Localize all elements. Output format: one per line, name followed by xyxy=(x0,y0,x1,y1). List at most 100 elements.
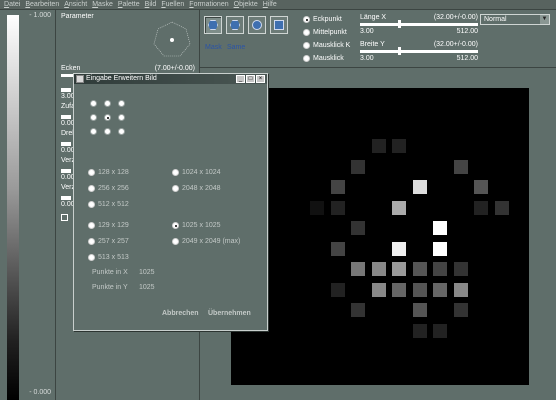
dialog-title-bar[interactable]: Eingabe Erweitern Bild _ □ × xyxy=(74,74,267,84)
pixel-cell xyxy=(412,262,427,276)
pixel-cell xyxy=(330,282,345,297)
app-icon xyxy=(76,75,84,83)
anchor-radio[interactable] xyxy=(104,114,111,121)
anchor-radio[interactable] xyxy=(104,100,111,107)
size-option[interactable]: 512 x 512 xyxy=(88,201,129,208)
pixel-cell xyxy=(412,282,427,297)
expand-image-dialog: Eingabe Erweitern Bild _ □ × 128 x 128 25… xyxy=(73,73,268,331)
anchor-radio[interactable] xyxy=(90,128,97,135)
size-option[interactable]: 257 x 257 xyxy=(88,238,129,245)
param-slider[interactable] xyxy=(61,88,71,92)
anchor-radio[interactable] xyxy=(118,128,125,135)
pixel-cell xyxy=(453,282,468,297)
anchor-radio[interactable] xyxy=(90,114,97,121)
size-radio[interactable] xyxy=(88,169,95,176)
menu-item-8[interactable]: Objekte xyxy=(234,0,258,9)
param-slider[interactable] xyxy=(61,115,71,119)
size-label: 2048 x 2048 xyxy=(182,185,221,192)
minimize-icon[interactable]: _ xyxy=(236,75,245,83)
close-icon[interactable]: × xyxy=(256,75,265,83)
size-label: 129 x 129 xyxy=(98,222,129,229)
size-radio[interactable] xyxy=(88,254,95,261)
menu-item-3[interactable]: Maske xyxy=(92,0,113,9)
pixel-cell xyxy=(371,282,386,297)
size-option[interactable]: 1025 x 1025 xyxy=(172,222,221,229)
size-radio[interactable] xyxy=(88,201,95,208)
menu-item-4[interactable]: Palette xyxy=(118,0,140,9)
size-label: 257 x 257 xyxy=(98,238,129,245)
mode-label: Mittelpunkt xyxy=(313,29,347,36)
menu-item-6[interactable]: Fuellen xyxy=(161,0,184,9)
maximize-icon[interactable]: □ xyxy=(246,75,255,83)
pixel-cell xyxy=(351,159,365,174)
menu-item-9[interactable]: Hilfe xyxy=(263,0,277,9)
size-option[interactable]: 2048 x 2048 xyxy=(172,185,221,192)
heptagon-preview-icon xyxy=(153,21,191,57)
pixel-cell xyxy=(392,241,406,256)
points-x-label: Punkte in X xyxy=(92,269,128,276)
pixel-cell xyxy=(433,241,447,256)
mode-option[interactable]: Mausklick xyxy=(303,55,344,62)
mode-radio[interactable] xyxy=(303,29,310,36)
shape-circle-button[interactable] xyxy=(248,16,266,34)
param-checkbox[interactable] xyxy=(61,214,68,221)
blend-mode-select[interactable]: Normal ▼ xyxy=(480,14,550,25)
mode-option[interactable]: Mittelpunkt xyxy=(303,29,347,36)
mode-radio[interactable] xyxy=(303,55,310,62)
size-radio[interactable] xyxy=(172,238,179,245)
size-option[interactable]: 2049 x 2049 (max) xyxy=(172,238,240,245)
length-x-slider[interactable] xyxy=(360,23,478,26)
length-x-thumb[interactable] xyxy=(398,20,401,28)
cancel-button[interactable]: Abbrechen xyxy=(162,310,199,317)
gradient-bar[interactable] xyxy=(7,15,19,400)
menu-item-0[interactable]: Datei xyxy=(4,0,20,9)
menu-item-2[interactable]: Ansicht xyxy=(64,0,87,9)
param-slider[interactable] xyxy=(61,196,71,200)
pixel-cell xyxy=(351,221,365,235)
width-y-thumb[interactable] xyxy=(398,47,401,55)
size-radio[interactable] xyxy=(88,238,95,245)
dialog-title: Eingabe Erweitern Bild xyxy=(86,75,157,82)
menu-item-1[interactable]: Bearbeiten xyxy=(25,0,59,9)
pixel-cell xyxy=(351,262,365,276)
menu-item-5[interactable]: Bild xyxy=(145,0,157,9)
param-slider[interactable] xyxy=(61,169,71,173)
size-option[interactable]: 513 x 513 xyxy=(88,254,129,261)
mask-link[interactable]: Mask xyxy=(205,44,222,51)
shape-square-button[interactable] xyxy=(270,16,288,34)
chevron-down-icon[interactable]: ▼ xyxy=(540,15,549,24)
param-slider[interactable] xyxy=(61,142,71,146)
size-radio[interactable] xyxy=(172,169,179,176)
size-option[interactable]: 1024 x 1024 xyxy=(172,169,221,176)
anchor-radio[interactable] xyxy=(104,128,111,135)
size-radio[interactable] xyxy=(172,222,179,229)
size-option[interactable]: 129 x 129 xyxy=(88,222,129,229)
gradient-top-label: - 1.000 xyxy=(29,12,51,19)
shape-hexagon-button[interactable] xyxy=(226,16,244,34)
image-canvas[interactable] xyxy=(231,88,529,385)
shape-hex-filled-button[interactable] xyxy=(204,16,222,34)
pixel-cell xyxy=(474,200,488,215)
anchor-grid xyxy=(90,100,130,140)
length-x-value: (32.00+/-0.00) xyxy=(433,14,478,21)
mode-option[interactable]: Eckpunkt xyxy=(303,16,342,23)
blend-mode-value: Normal xyxy=(484,16,507,23)
same-link[interactable]: Same xyxy=(227,44,245,51)
width-y-min: 3.00 xyxy=(360,55,374,62)
mode-option[interactable]: Mausklick K xyxy=(303,42,350,49)
width-y-slider[interactable] xyxy=(360,50,478,53)
mode-radio[interactable] xyxy=(303,16,310,23)
size-radio[interactable] xyxy=(88,222,95,229)
toolbar: Mask Same Eckpunkt Mittelpunkt Mausklick K… xyxy=(200,10,556,68)
size-radio[interactable] xyxy=(88,185,95,192)
points-y-label: Punkte in Y xyxy=(92,284,128,291)
mode-radio[interactable] xyxy=(303,42,310,49)
size-option[interactable]: 256 x 256 xyxy=(88,185,129,192)
anchor-radio[interactable] xyxy=(90,100,97,107)
anchor-radio[interactable] xyxy=(118,100,125,107)
anchor-radio[interactable] xyxy=(118,114,125,121)
apply-button[interactable]: Übernehmen xyxy=(208,310,251,317)
menu-item-7[interactable]: Formationen xyxy=(189,0,228,9)
size-option[interactable]: 128 x 128 xyxy=(88,169,129,176)
size-radio[interactable] xyxy=(172,185,179,192)
